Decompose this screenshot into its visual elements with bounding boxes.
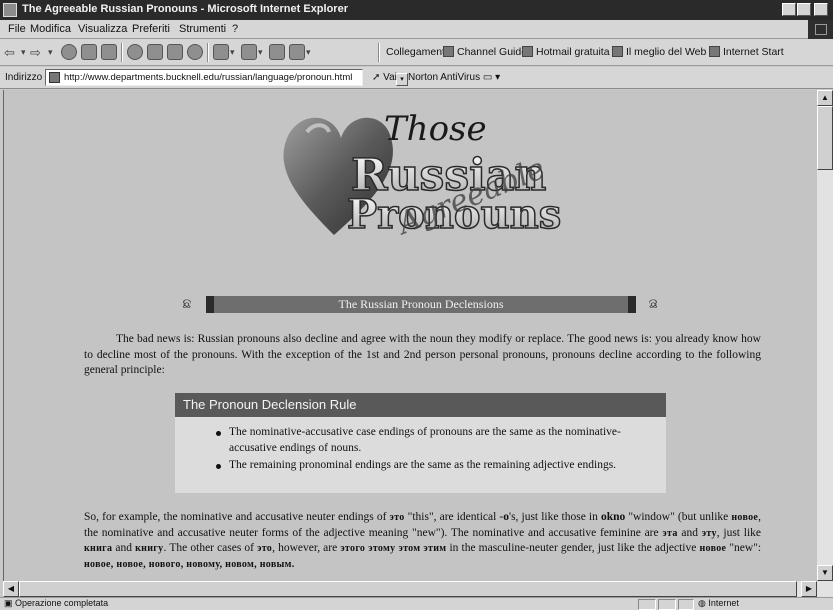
vertical-scrollbar[interactable]: ▲ ▼ — [817, 90, 833, 597]
link-hotmail[interactable]: Hotmail gratuita — [522, 46, 610, 58]
links-label: Collegamenti — [386, 46, 448, 58]
address-url[interactable]: http://www.departments.bucknell.edu/russ… — [64, 72, 352, 83]
scroll-up-arrow-icon[interactable]: ▲ — [817, 90, 833, 106]
discuss-dropdown[interactable]: ▾ — [306, 44, 311, 61]
list-item: The nominative-accusative case endings o… — [215, 425, 645, 456]
page-done-icon: ▣ — [4, 598, 13, 608]
banner-cap-right — [628, 296, 636, 313]
address-label: Indirizzo — [5, 72, 43, 83]
scroll-left-arrow-icon[interactable]: ◀ — [3, 581, 19, 597]
history-icon[interactable] — [167, 44, 183, 60]
minimize-button[interactable] — [782, 3, 796, 16]
status-panel — [638, 599, 656, 610]
menu-bar: File Modifica Visualizza Preferiti Strum… — [0, 20, 833, 39]
browser-window: The Agreeable Russian Pronouns - Microso… — [0, 0, 833, 610]
rule-title: The Pronoun Declension Rule — [175, 393, 666, 417]
globe-icon: ◍ — [698, 598, 706, 608]
link-page-icon — [522, 46, 533, 57]
toolbar-separator — [378, 43, 380, 62]
link-page-icon — [612, 46, 623, 57]
toolbar-separator — [121, 43, 123, 62]
address-dropdown[interactable]: ▾ — [396, 73, 408, 86]
address-input[interactable]: http://www.departments.bucknell.edu/russ… — [45, 69, 408, 86]
page-content: Those Russian Pronouns Agreeable ଛ The R… — [3, 90, 817, 581]
go-button[interactable]: ➚ Vai — [372, 72, 397, 83]
windows-logo-icon — [808, 20, 833, 39]
status-panel — [658, 599, 676, 610]
home-icon[interactable] — [101, 44, 117, 60]
menu-strumenti[interactable]: Strumenti — [179, 23, 226, 35]
example-paragraph: So, for example, the nominative and accu… — [84, 511, 762, 570]
security-zone: ◍ Internet — [698, 598, 739, 608]
link-meglio-web[interactable]: Il meglio del Web — [612, 46, 706, 58]
bullet-icon — [216, 431, 221, 436]
status-text: ▣ Operazione completata — [4, 598, 109, 608]
link-internet-start[interactable]: Internet Start — [709, 46, 784, 58]
scroll-right-arrow-icon[interactable]: ▶ — [801, 581, 817, 597]
favorites-icon[interactable] — [147, 44, 163, 60]
window-title: The Agreeable Russian Pronouns - Microso… — [22, 3, 348, 15]
menu-file[interactable]: File — [8, 23, 26, 35]
address-bar: Indirizzo http://www.departments.bucknel… — [0, 67, 833, 89]
maximize-button[interactable] — [797, 3, 811, 16]
ie-app-icon[interactable] — [3, 3, 17, 17]
right-ornament-icon: ଛ — [648, 296, 658, 312]
banner-cap-left — [206, 296, 214, 313]
rule-list: The nominative-accusative case endings o… — [215, 425, 645, 476]
channels-icon[interactable] — [187, 44, 203, 60]
link-channel-guide[interactable]: Channel Guide — [443, 46, 527, 58]
standard-toolbar: ⇦ ▾ ⇨ ▾ ▾ ▾ ▾ Collegamenti Channel Guide… — [0, 39, 833, 66]
print-dropdown[interactable]: ▾ — [258, 44, 263, 61]
intro-paragraph: The bad news is: Russian pronouns also d… — [84, 333, 761, 376]
status-bar: ▣ Operazione completata ◍ Internet — [0, 597, 833, 610]
forward-arrow-icon[interactable]: ⇨ — [30, 44, 41, 61]
mail-icon[interactable] — [213, 44, 229, 60]
search-icon[interactable] — [127, 44, 143, 60]
logo-those: Those — [384, 109, 487, 149]
back-arrow-icon[interactable]: ⇦ — [4, 44, 15, 61]
bullet-icon — [216, 464, 221, 469]
go-arrow-icon: ➚ — [372, 72, 381, 83]
page-logo: Those Russian Pronouns Agreeable — [283, 109, 562, 240]
page-icon — [49, 72, 60, 83]
discuss-icon[interactable] — [289, 44, 305, 60]
refresh-icon[interactable] — [81, 44, 97, 60]
norton-shield-icon: ▭ — [482, 72, 493, 83]
section-banner: ଛ The Russian Pronoun Declensions ଛ — [172, 296, 668, 313]
vertical-scroll-thumb[interactable] — [817, 106, 833, 170]
horizontal-scroll-thumb[interactable] — [19, 581, 797, 597]
mail-dropdown[interactable]: ▾ — [230, 44, 235, 61]
link-page-icon — [443, 46, 454, 57]
menu-preferiti[interactable]: Preferiti — [132, 23, 170, 35]
print-icon[interactable] — [241, 44, 257, 60]
horizontal-scrollbar[interactable]: ◀ ▶ — [3, 581, 817, 597]
title-bar: The Agreeable Russian Pronouns - Microso… — [0, 0, 833, 20]
link-page-icon — [709, 46, 720, 57]
menu-help[interactable]: ? — [232, 23, 238, 35]
norton-antivirus-button[interactable]: Norton AntiVirus ▭ ▾ — [408, 72, 500, 83]
toolbar-separator — [207, 43, 209, 62]
stop-icon[interactable] — [61, 44, 77, 60]
status-panel — [678, 599, 694, 610]
list-item: The remaining pronominal endings are the… — [215, 458, 645, 474]
scroll-down-arrow-icon[interactable]: ▼ — [817, 565, 833, 581]
forward-dropdown[interactable]: ▾ — [48, 44, 53, 61]
banner-title: The Russian Pronoun Declensions — [214, 296, 628, 313]
menu-visualizza[interactable]: Visualizza — [78, 23, 127, 35]
left-ornament-icon: ଛ — [182, 296, 192, 312]
menu-modifica[interactable]: Modifica — [30, 23, 71, 35]
edit-icon[interactable] — [269, 44, 285, 60]
close-button[interactable] — [814, 3, 828, 16]
rule-box: The Pronoun Declension Rule The nominati… — [175, 393, 666, 493]
back-dropdown[interactable]: ▾ — [21, 44, 26, 61]
